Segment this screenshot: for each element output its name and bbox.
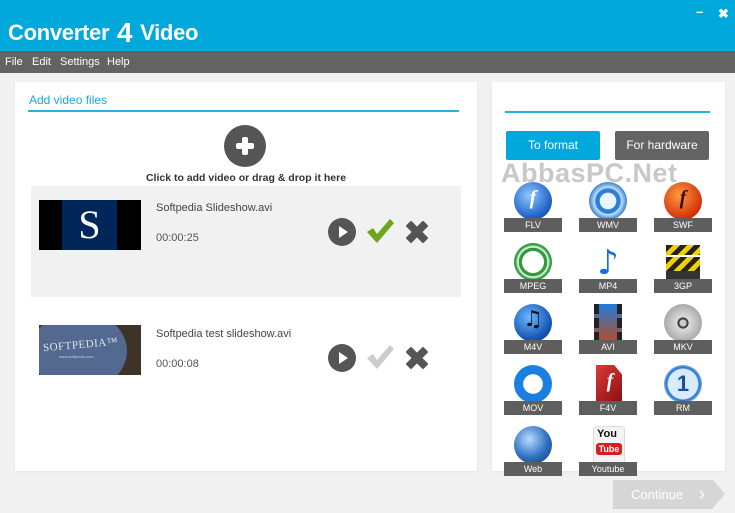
menu-bar: File Edit Settings Help [0,51,735,73]
clapperboard-icon [666,245,700,255]
format-mp4[interactable]: ♪ MP4 [579,243,637,293]
check-icon[interactable] [365,217,395,245]
app-title-prefix: Converter [8,20,110,45]
app-title-number: 4 [117,17,133,48]
section-divider [28,110,459,112]
minimize-button[interactable]: – [696,4,703,19]
format-m4v[interactable]: ♫ M4V [504,304,562,354]
video-duration: 00:00:08 [156,358,199,370]
video-thumbnail: S [39,200,141,250]
add-video-button[interactable] [224,125,266,167]
format-web[interactable]: Web [504,426,562,476]
continue-button[interactable]: Continue › [613,480,725,509]
format-flv[interactable]: f FLV [504,182,562,232]
menu-edit[interactable]: Edit [32,56,51,68]
quicktime-icon [514,365,552,403]
video-file-name: Softpedia test slideshow.avi [156,328,292,340]
menu-file[interactable]: File [5,56,23,68]
app-title: Converter 4 Video [8,15,199,48]
film-reel-icon [664,304,702,342]
check-icon[interactable] [365,343,395,371]
format-swf[interactable]: f SWF [654,182,712,232]
video-file-name: Softpedia Slideshow.avi [156,202,273,214]
tab-to-format[interactable]: To format [506,131,600,160]
section-title: Add video files [29,93,108,107]
format-mkv[interactable]: MKV [654,304,712,354]
menu-help[interactable]: Help [107,56,130,68]
format-f4v[interactable]: f F4V [579,365,637,415]
format-3gp[interactable]: 3GP [654,243,712,293]
close-button[interactable]: ✖ [718,6,729,22]
globe-icon [514,426,552,464]
format-mov[interactable]: MOV [504,365,562,415]
mpeg-play-icon [514,243,552,281]
music-note-icon: ♪ [597,243,619,283]
section-divider [505,111,710,113]
chevron-right-icon: › [699,484,705,504]
format-mpeg[interactable]: MPEG [504,243,562,293]
youtube-icon: You Tube [593,426,625,464]
format-wmv[interactable]: WMV [579,182,637,232]
format-rm[interactable]: 1 RM [654,365,712,415]
play-icon[interactable] [328,344,356,372]
tab-for-hardware[interactable]: For hardware [615,131,709,160]
format-youtube[interactable]: You Tube Youtube [579,426,637,476]
video-list-item[interactable]: SOFTPEDIA™ www.softpedia.com Softpedia t… [31,308,461,419]
output-format-panel: To format For hardware f FLV WMV f SWF M… [492,82,725,476]
menu-settings[interactable]: Settings [60,56,100,68]
format-avi[interactable]: AVI [579,304,637,354]
video-files-panel: Add video files Click to add video or dr… [15,82,477,471]
video-thumbnail: SOFTPEDIA™ www.softpedia.com [39,325,141,375]
remove-icon[interactable] [403,344,431,372]
film-strip-icon [594,304,622,342]
continue-label: Continue [631,487,684,502]
remove-icon[interactable] [403,218,431,246]
windows-media-icon [589,182,627,220]
video-list-item[interactable]: S Softpedia Slideshow.avi 00:00:25 [31,186,461,297]
play-icon[interactable] [328,218,356,246]
add-video-hint[interactable]: Click to add video or drag & drop it her… [15,172,477,184]
title-bar: Converter 4 Video – ✖ [0,0,735,51]
video-duration: 00:00:25 [156,232,199,244]
app-title-suffix: Video [140,20,199,45]
